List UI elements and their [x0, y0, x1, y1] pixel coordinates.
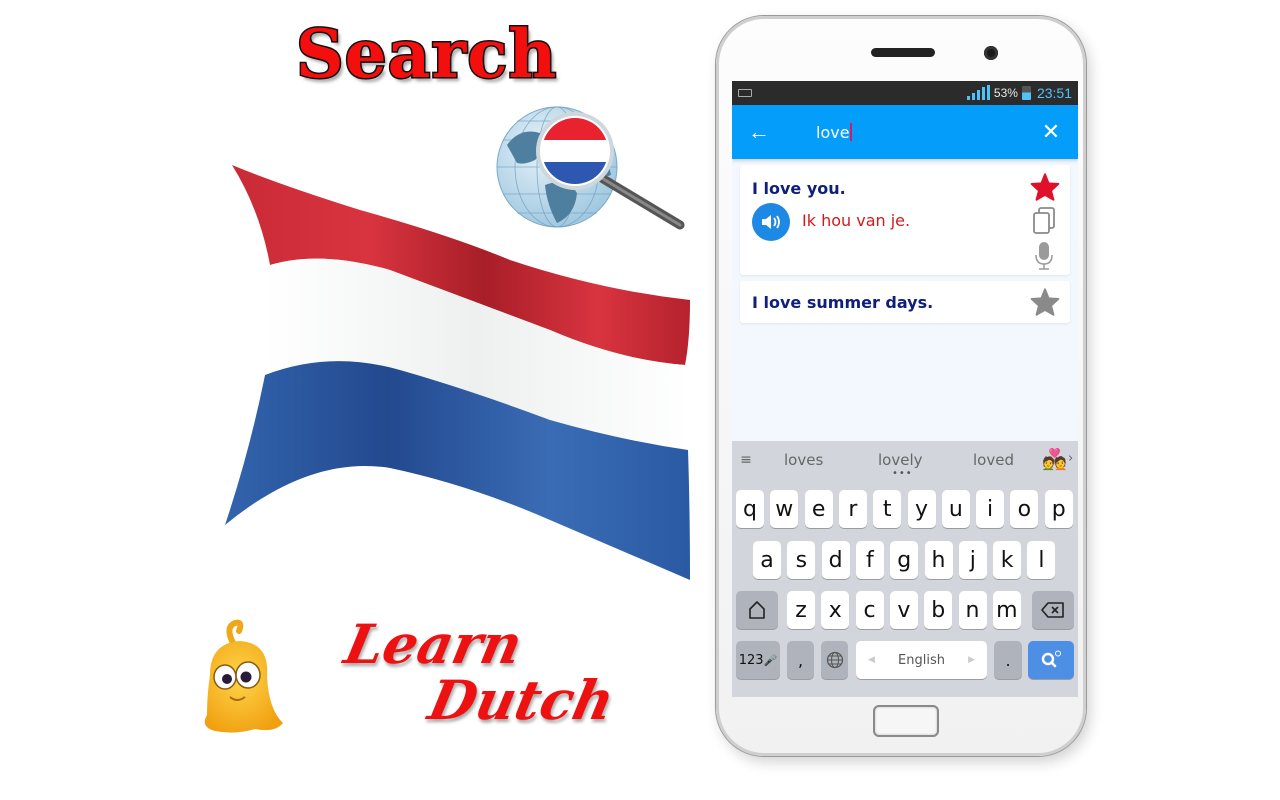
- star-outline-icon: [1030, 288, 1060, 316]
- key-s[interactable]: s: [787, 541, 816, 579]
- key-m[interactable]: m: [992, 591, 1021, 629]
- copy-button[interactable]: [1032, 207, 1056, 240]
- globe-icon: [826, 651, 843, 669]
- key-w[interactable]: w: [770, 490, 799, 528]
- phone-screen: 53% 23:51 ← love ✕ I love you. Ik hou va…: [732, 81, 1078, 697]
- key-e[interactable]: e: [804, 490, 833, 528]
- arrow-right-small-icon: ▶: [968, 655, 975, 665]
- key-f[interactable]: f: [855, 541, 884, 579]
- key-r[interactable]: r: [838, 490, 867, 528]
- numbers-key[interactable]: 123 🎤: [736, 641, 780, 679]
- space-bar[interactable]: ◀ English ▶: [856, 641, 987, 679]
- keyboard-row-1: qwertyuiop: [732, 490, 1078, 528]
- favorite-button[interactable]: [1030, 288, 1060, 321]
- backspace-icon: [1041, 602, 1064, 618]
- key-g[interactable]: g: [890, 541, 919, 579]
- key-y[interactable]: y: [907, 490, 936, 528]
- back-button[interactable]: ←: [732, 119, 786, 145]
- language-key[interactable]: [821, 641, 848, 679]
- phone-camera: [984, 46, 998, 60]
- microphone-icon: [1035, 242, 1053, 270]
- text-cursor: [849, 123, 852, 141]
- keyboard-row-3: zxcvbnm: [732, 591, 1078, 629]
- clear-search-button[interactable]: ✕: [1024, 119, 1078, 145]
- comma-key[interactable]: ,: [787, 641, 814, 679]
- space-bar-label: English: [898, 652, 945, 668]
- mascot-character-image: [195, 615, 295, 745]
- key-i[interactable]: i: [976, 490, 1005, 528]
- key-h[interactable]: h: [924, 541, 953, 579]
- key-n[interactable]: n: [958, 591, 987, 629]
- netherlands-flag-image: [220, 150, 710, 610]
- search-app-bar: ← love ✕: [732, 105, 1078, 159]
- phrase-english: I love summer days.: [752, 293, 934, 312]
- key-v[interactable]: v: [889, 591, 918, 629]
- search-query-text: love: [816, 122, 850, 142]
- keyboard-row-2: asdfghjkl: [732, 541, 1078, 579]
- key-b[interactable]: b: [924, 591, 953, 629]
- key-a[interactable]: a: [753, 541, 781, 579]
- arrow-left-icon: ←: [748, 119, 770, 144]
- couple-emoji-icon[interactable]: 💑: [1042, 447, 1067, 471]
- speaker-icon: [762, 215, 780, 229]
- search-icon: [1041, 650, 1061, 668]
- promo-title: Search: [294, 14, 558, 95]
- key-j[interactable]: j: [958, 541, 987, 579]
- suggestion-item[interactable]: loved: [973, 451, 1014, 469]
- key-u[interactable]: u: [941, 490, 970, 528]
- chevron-right-icon[interactable]: ›: [1068, 451, 1073, 466]
- search-input[interactable]: love: [816, 123, 1024, 142]
- status-bar: 53% 23:51: [732, 81, 1078, 105]
- key-z[interactable]: z: [787, 591, 815, 629]
- battery-percentage: 53%: [993, 86, 1018, 100]
- keyboard-notification-icon: [738, 89, 752, 97]
- mic-small-icon: 🎤: [763, 653, 778, 667]
- phone-device-frame: 53% 23:51 ← love ✕ I love you. Ik hou va…: [716, 16, 1086, 756]
- numbers-key-label: 123: [738, 652, 764, 668]
- key-d[interactable]: d: [821, 541, 850, 579]
- phrase-english: I love you.: [752, 179, 846, 198]
- more-suggestions-dots: •••: [892, 468, 913, 479]
- home-button[interactable]: [873, 705, 939, 737]
- key-x[interactable]: x: [821, 591, 850, 629]
- key-o[interactable]: o: [1010, 490, 1039, 528]
- search-key[interactable]: [1028, 641, 1074, 679]
- key-q[interactable]: q: [736, 490, 764, 528]
- status-time: 23:51: [1036, 85, 1072, 101]
- battery-icon: [1021, 86, 1031, 100]
- suggestion-item[interactable]: lovely: [878, 451, 923, 469]
- learn-tagline-line1: Learn: [339, 612, 528, 676]
- period-key[interactable]: .: [994, 641, 1022, 679]
- record-voice-button[interactable]: [1034, 241, 1054, 276]
- close-icon: ✕: [1041, 119, 1061, 144]
- key-l[interactable]: l: [1027, 541, 1056, 579]
- keyboard-menu-icon[interactable]: ≡: [732, 452, 760, 468]
- shift-icon: [749, 601, 765, 619]
- phrase-dutch: Ik hou van je.: [802, 211, 911, 230]
- result-card[interactable]: I love summer days.: [740, 281, 1070, 323]
- key-t[interactable]: t: [873, 490, 902, 528]
- on-screen-keyboard: ≡ loves lovely ••• loved 💑 › qwertyuiop …: [732, 441, 1078, 697]
- results-list: I love you. Ik hou van je. I love summer…: [732, 159, 1078, 323]
- signal-strength-icon: [966, 85, 990, 100]
- learn-tagline-line2: Dutch: [423, 668, 620, 732]
- play-audio-button[interactable]: [752, 203, 790, 241]
- favorite-button[interactable]: [1030, 173, 1060, 206]
- key-c[interactable]: c: [855, 591, 884, 629]
- shift-key[interactable]: [736, 591, 778, 629]
- phone-speaker: [871, 48, 935, 57]
- key-k[interactable]: k: [993, 541, 1022, 579]
- copy-icon: [1033, 207, 1055, 234]
- suggestion-item[interactable]: loves: [784, 451, 823, 469]
- arrow-left-small-icon: ◀: [868, 655, 875, 665]
- suggestion-strip: ≡ loves lovely ••• loved 💑 ›: [732, 441, 1078, 479]
- backspace-key[interactable]: [1032, 591, 1074, 629]
- key-p[interactable]: p: [1044, 490, 1073, 528]
- result-card[interactable]: I love you. Ik hou van je.: [740, 165, 1070, 275]
- keyboard-row-4: 123 🎤 , ◀ English ▶ .: [732, 641, 1078, 679]
- star-filled-icon: [1030, 173, 1060, 201]
